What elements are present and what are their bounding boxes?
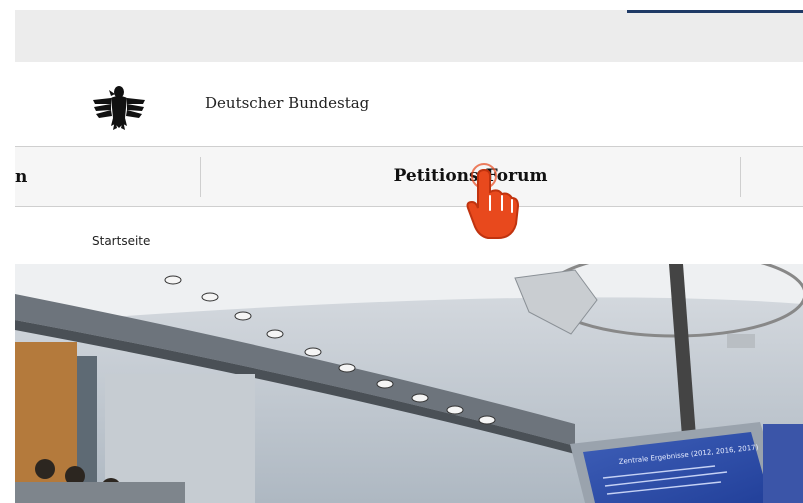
brand-name[interactable]: Deutscher Bundestag [205, 94, 369, 112]
brand-header: Deutscher Bundestag [15, 62, 803, 146]
main-nav: n Petitions-Forum [15, 146, 803, 207]
breadcrumb-home[interactable]: Startseite [92, 234, 150, 248]
federal-eagle-icon[interactable] [91, 80, 147, 132]
hero-image: Zentrale Ergebnisse (2012, 2016, 2017) [15, 264, 803, 503]
hand-pointer-cursor-icon [466, 163, 520, 239]
plenary-hall-photo: Zentrale Ergebnisse (2012, 2016, 2017) [15, 264, 803, 503]
top-bar-accent [627, 10, 803, 13]
nav-divider [740, 157, 741, 197]
top-bar [15, 10, 803, 62]
nav-tab-previous[interactable]: n [15, 167, 27, 187]
